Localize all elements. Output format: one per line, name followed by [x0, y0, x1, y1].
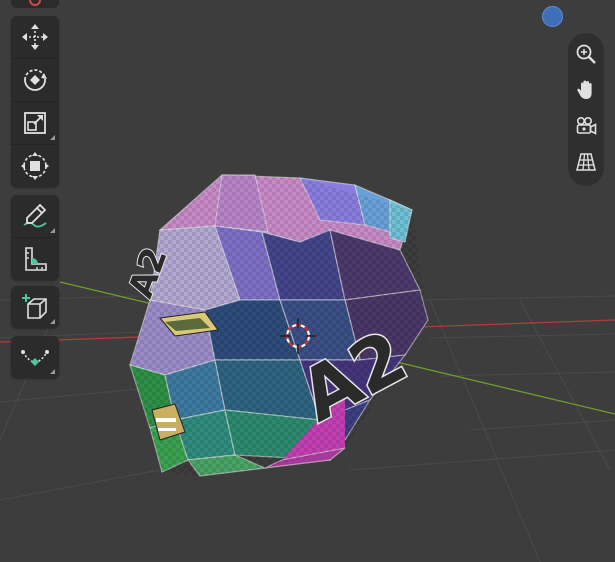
toolbar-top-partial-button[interactable] — [11, 0, 59, 8]
submenu-indicator — [50, 319, 55, 324]
hand-pan-icon — [577, 80, 592, 99]
transform-tool-button[interactable] — [11, 144, 59, 187]
add-cube-tool-button[interactable] — [11, 286, 59, 328]
curve-vertex-icon — [21, 350, 49, 366]
navigation-gizmo — [568, 33, 604, 186]
3d-viewport[interactable]: A2 A2 — [0, 0, 615, 562]
submenu-indicator — [50, 228, 55, 233]
move-icon — [22, 24, 48, 50]
annotate-pencil-icon — [23, 203, 47, 228]
rotate-icon — [24, 69, 47, 91]
zoom-in-magnifier-icon — [576, 44, 596, 64]
submenu-indicator — [50, 369, 55, 374]
rotate-tool-button[interactable] — [11, 58, 59, 101]
annotate-tool-button[interactable] — [11, 195, 59, 237]
perspective-toggle-button[interactable] — [570, 144, 602, 180]
toolbar-add-group — [11, 286, 59, 328]
viewport-scene: A2 A2 — [0, 174, 615, 562]
submenu-indicator — [50, 135, 55, 140]
select-circle-icon — [29, 0, 41, 6]
camera-icon — [576, 116, 597, 135]
measure-ruler-icon — [25, 247, 47, 271]
extrude-tool-button[interactable] — [11, 336, 59, 378]
measure-tool-button[interactable] — [11, 237, 59, 280]
camera-view-button[interactable] — [570, 108, 602, 144]
axis-gizmo-z-ball[interactable] — [542, 6, 563, 27]
add-cube-icon — [22, 294, 47, 319]
move-tool-button[interactable] — [11, 16, 59, 58]
toolbar-transform-group — [11, 16, 59, 187]
pan-button[interactable] — [570, 72, 602, 108]
toolbar-edit-group — [11, 336, 59, 378]
transform-icon — [21, 152, 49, 180]
grid-perspective-icon — [576, 153, 596, 171]
scale-icon — [24, 112, 46, 134]
scale-tool-button[interactable] — [11, 101, 59, 144]
zoom-button[interactable] — [570, 36, 602, 72]
toolbar-annotate-group — [11, 195, 59, 280]
